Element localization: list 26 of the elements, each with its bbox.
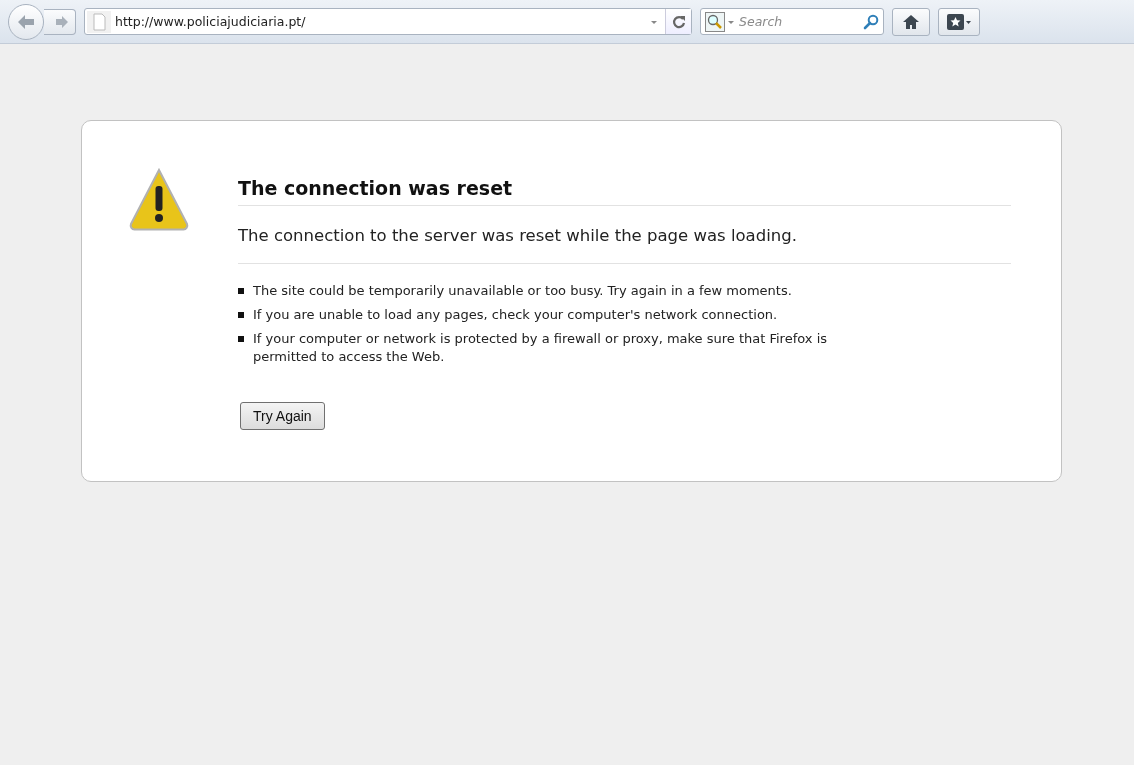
suggestion-text: The site could be temporarily unavailable or too busy. Try again in a few moments. [253,282,792,300]
home-icon [902,13,920,30]
home-button[interactable] [892,7,930,36]
search-engine-icon[interactable] [705,11,725,32]
page-icon [87,10,111,33]
suggestion-text: If you are unable to load any pages, check your computer's network connection. [253,306,778,324]
bullet-icon [238,288,244,294]
search-bar[interactable]: Search [700,8,884,35]
warning-icon [128,167,190,231]
bullet-icon [238,312,244,318]
bookmark-star-icon [946,12,972,31]
search-input[interactable]: Search [737,13,861,30]
reload-icon [671,14,686,29]
error-description: The connection to the server was reset while the page was loading. [238,226,1011,264]
address-text[interactable]: http://www.policiajudiciaria.pt/ [111,14,649,29]
suggestion-text: If your computer or network is protected by a firewall or proxy, make sure that Firefox is permitted to access the Web. [253,330,829,366]
bullet-icon [238,336,244,342]
try-again-button[interactable]: Try Again [240,402,325,430]
forward-arrow-icon [54,15,69,28]
reload-button[interactable] [665,9,691,34]
address-bar[interactable]: http://www.policiajudiciaria.pt/ [84,8,692,35]
error-title: The connection was reset [238,177,1011,206]
back-arrow-icon [17,13,35,30]
back-button[interactable] [8,3,44,40]
bookmarks-button[interactable] [938,7,980,36]
search-icon[interactable] [863,13,879,30]
